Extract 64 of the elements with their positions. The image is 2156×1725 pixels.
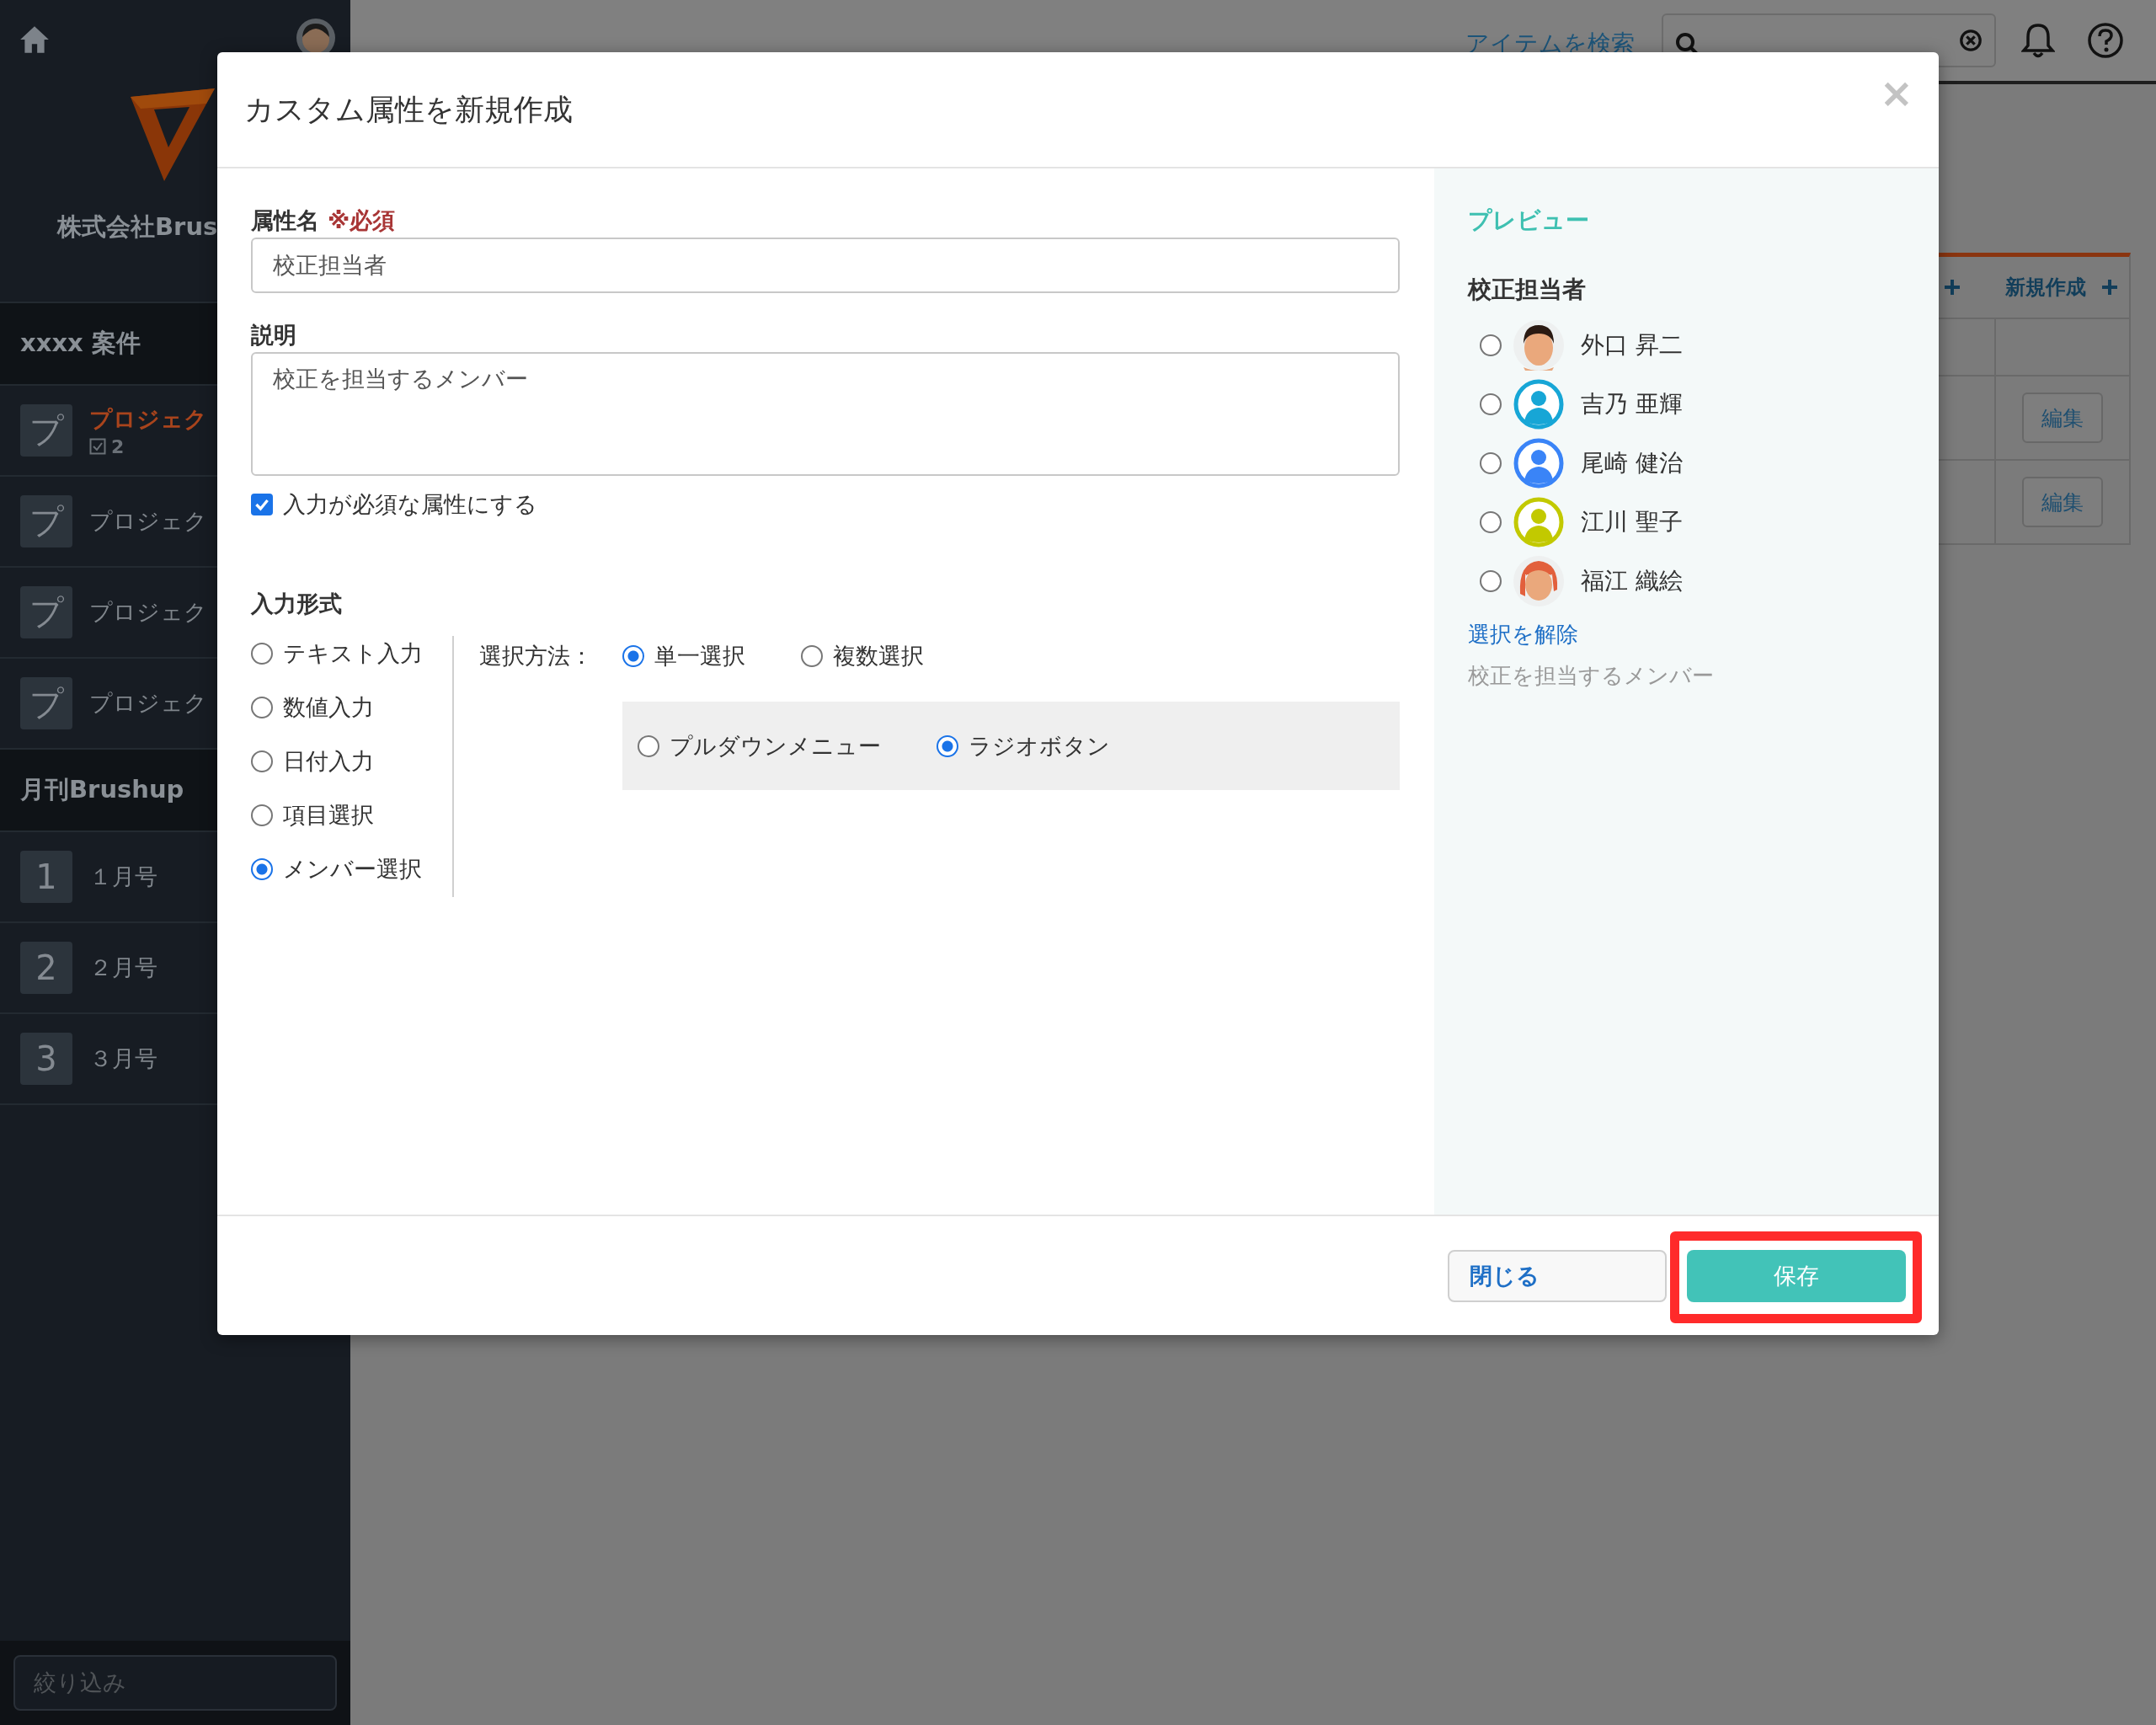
preview-heading: プレビュー <box>1468 206 1590 236</box>
radio-button[interactable] <box>638 734 659 757</box>
clear-selection-link[interactable]: 選択を解除 <box>1468 620 1905 649</box>
dialog-title: カスタム属性を新規作成 <box>244 91 573 128</box>
section-label: 入力形式 <box>251 590 342 618</box>
option-label: 複数選択 <box>833 642 924 670</box>
item-label: １月号 <box>89 862 157 891</box>
item-label: プロジェク <box>89 507 207 536</box>
member-name: 外口 昇二 <box>1581 330 1683 360</box>
radio-button[interactable] <box>251 804 273 826</box>
radio-button[interactable] <box>251 643 273 665</box>
option-label: プルダウンメニュー <box>670 731 881 761</box>
close-dialog-button[interactable]: 閉じる <box>1448 1249 1667 1302</box>
radio-button[interactable] <box>937 734 958 757</box>
member-name: 福江 織絵 <box>1581 566 1683 596</box>
filter-field[interactable]: 絞り込み <box>13 1655 337 1711</box>
clear-icon[interactable] <box>1959 29 1983 52</box>
radio-button[interactable] <box>251 697 273 718</box>
item-label: プロジェク <box>89 689 207 718</box>
radio-button[interactable] <box>1480 393 1502 415</box>
field-description: 校正を担当するメンバー <box>1468 662 1715 690</box>
task-check-icon <box>89 438 106 455</box>
field-label: 説明 <box>251 321 296 350</box>
item-initial: 1 <box>20 851 72 903</box>
radio-button[interactable] <box>622 645 644 667</box>
item-initial: プ <box>20 495 72 547</box>
radio-button[interactable] <box>1480 452 1502 474</box>
radio-button[interactable] <box>1480 334 1502 356</box>
item-label: プロジェク <box>89 598 207 627</box>
radio-button[interactable] <box>251 750 273 772</box>
radio-button[interactable] <box>1480 511 1502 533</box>
member-name: 尾崎 健治 <box>1581 448 1683 478</box>
name-field[interactable]: 校正担当者 <box>251 238 1400 293</box>
item-initial: プ <box>20 677 72 729</box>
logo-icon <box>131 88 215 181</box>
item-initial: プ <box>20 404 72 457</box>
avatar-icon <box>1513 320 1564 371</box>
avatar-icon <box>1513 556 1564 606</box>
preview-field-label: 校正担当者 <box>1468 275 1587 305</box>
required-mark: ※必須 <box>328 206 396 235</box>
item-initial: プ <box>20 586 72 638</box>
bell-icon[interactable] <box>2021 22 2055 59</box>
radio-button[interactable] <box>251 858 273 880</box>
help-icon[interactable] <box>2087 22 2124 59</box>
radio-button[interactable] <box>1480 570 1502 592</box>
plus-icon[interactable] <box>2101 279 2118 296</box>
item-label: プロジェク <box>89 404 207 434</box>
option-label: 単一選択 <box>654 642 745 670</box>
company-name: 株式会社Brus <box>57 211 218 243</box>
option-label: ラジオボタン <box>969 731 1110 761</box>
item-initial: 2 <box>20 942 72 994</box>
description-field[interactable]: 校正を担当するメンバー <box>251 352 1400 476</box>
member-name: 江川 聖子 <box>1581 507 1683 537</box>
field-label: 属性名 <box>251 206 319 235</box>
item-initial: 3 <box>20 1033 72 1085</box>
checkbox[interactable] <box>251 494 273 515</box>
task-count: 2 <box>111 435 125 457</box>
plus-icon[interactable] <box>1944 279 1961 296</box>
radio-button[interactable] <box>801 645 823 667</box>
item-label: ２月号 <box>89 953 157 982</box>
method-label: 選択方法： <box>479 642 594 670</box>
item-label: ３月号 <box>89 1044 157 1073</box>
new-link[interactable]: 新規作成 <box>2005 274 2086 301</box>
member-name: 吉乃 亜輝 <box>1581 389 1683 419</box>
